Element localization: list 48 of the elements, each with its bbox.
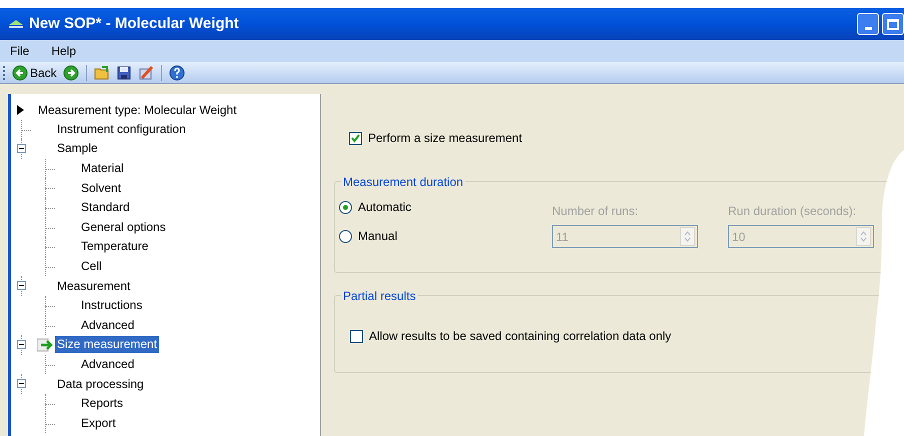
field-label: Run duration (seconds): bbox=[728, 203, 858, 220]
tree-item[interactable]: Data processing bbox=[55, 376, 146, 393]
open-button[interactable] bbox=[92, 64, 111, 80]
tree-item[interactable]: Temperature bbox=[79, 238, 150, 256]
folder-icon bbox=[94, 64, 110, 80]
tree-header: Measurement type: Molecular Weight bbox=[38, 102, 237, 119]
minimize-button[interactable] bbox=[857, 13, 879, 35]
radio-label: Automatic bbox=[358, 199, 412, 216]
tree-item[interactable]: Size measurement bbox=[55, 336, 160, 354]
tree-item[interactable]: Instructions bbox=[79, 297, 144, 314]
collapse-icon[interactable] bbox=[17, 144, 26, 154]
checkbox-label: Allow results to be saved containing correlation data only bbox=[369, 328, 672, 345]
tree-item[interactable]: Standard bbox=[79, 199, 132, 216]
tree-item[interactable]: Solvent bbox=[79, 180, 124, 197]
back-button[interactable]: Back bbox=[11, 64, 58, 82]
tree-item[interactable]: Sample bbox=[55, 140, 100, 158]
collapse-icon[interactable] bbox=[17, 340, 26, 350]
triangle-icon bbox=[17, 104, 24, 115]
menu-item[interactable]: File bbox=[8, 42, 32, 60]
save-button[interactable] bbox=[114, 64, 133, 80]
tree-item[interactable]: Material bbox=[79, 160, 126, 178]
checkbox[interactable] bbox=[349, 132, 362, 144]
help-icon bbox=[168, 64, 185, 80]
tree-item[interactable]: Advanced bbox=[79, 356, 136, 374]
edit-button[interactable] bbox=[136, 64, 155, 80]
collapse-icon[interactable] bbox=[17, 281, 26, 290]
radio-button[interactable] bbox=[339, 230, 352, 242]
tree-item[interactable]: Reports bbox=[79, 395, 126, 412]
checkbox[interactable] bbox=[350, 330, 363, 342]
menu-item[interactable]: Help bbox=[49, 42, 78, 60]
collapse-icon[interactable] bbox=[17, 379, 26, 388]
tree-item[interactable]: Cell bbox=[79, 258, 104, 276]
radio-label: Manual bbox=[358, 228, 398, 245]
checkbox-label: Perform a size measurement bbox=[368, 130, 522, 147]
app-icon bbox=[8, 19, 24, 29]
tree-item[interactable]: Advanced bbox=[79, 316, 136, 334]
maximize-button[interactable] bbox=[882, 13, 904, 35]
tree-item[interactable]: Instrument configuration bbox=[55, 120, 188, 138]
radio-button[interactable] bbox=[339, 200, 352, 214]
tree-item[interactable]: General options bbox=[79, 218, 168, 236]
window-title: New SOP* - Molecular Weight bbox=[29, 14, 239, 34]
tree-item[interactable]: Export bbox=[79, 414, 118, 432]
save-icon bbox=[116, 64, 132, 80]
tree-item[interactable]: Measurement bbox=[55, 278, 132, 295]
help-button[interactable] bbox=[168, 64, 186, 80]
field-label: Number of runs: bbox=[552, 203, 640, 220]
forward-button[interactable] bbox=[62, 64, 80, 80]
pencil-icon bbox=[138, 64, 154, 80]
